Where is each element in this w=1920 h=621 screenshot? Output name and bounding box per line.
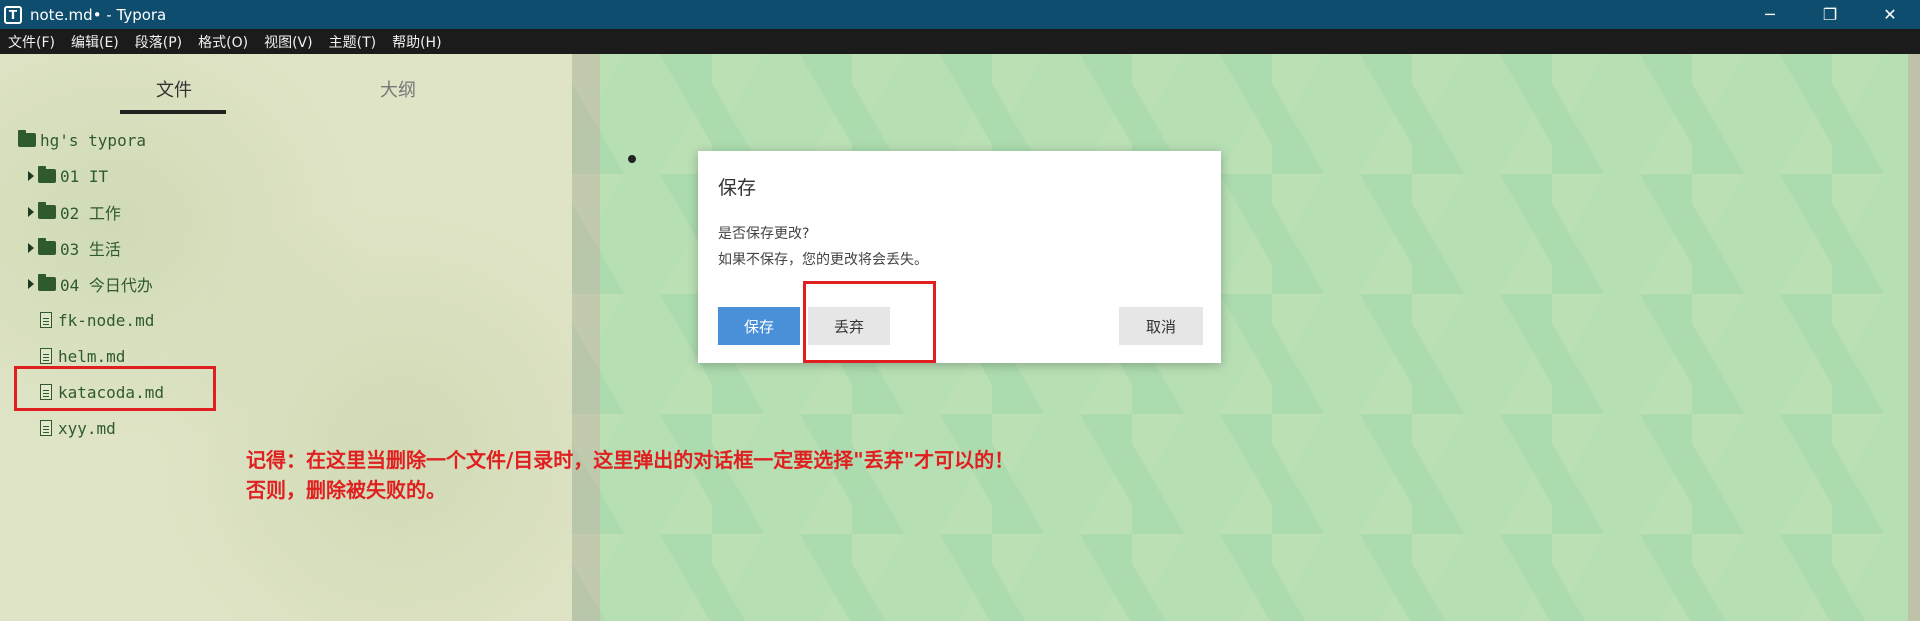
tree-folder-label: 01 IT <box>60 166 109 186</box>
tree-folder-it[interactable]: 01 IT <box>28 164 108 188</box>
list-bullet <box>628 155 636 163</box>
tree-folder-work[interactable]: 02 工作 <box>28 200 121 224</box>
tree-folder-label: 03 生活 <box>60 240 121 259</box>
expand-arrow-icon[interactable] <box>28 171 34 181</box>
tree-folder-todo[interactable]: 04 今日代办 <box>28 272 153 296</box>
tree-file-label: xyy.md <box>58 418 116 438</box>
typora-app-icon: T <box>4 5 22 24</box>
menu-paragraph[interactable]: 段落(P) <box>127 32 190 52</box>
sidebar-tabs: 文件 大纲 <box>0 54 572 114</box>
dialog-message-question: 是否保存更改? <box>718 226 810 242</box>
menu-help[interactable]: 帮助(H) <box>384 32 449 52</box>
file-icon <box>40 312 52 328</box>
annotation-box-katacoda <box>14 366 216 411</box>
dialog-title: 保存 <box>718 177 757 199</box>
window-title: note.md• - Typora <box>30 5 167 24</box>
title-bar: T note.md• - Typora ─ ❐ ✕ <box>0 0 1920 29</box>
menu-format[interactable]: 格式(O) <box>190 32 256 52</box>
close-button[interactable]: ✕ <box>1860 0 1920 29</box>
folder-icon <box>38 238 56 255</box>
save-button[interactable]: 保存 <box>718 307 800 345</box>
folder-icon <box>38 274 56 291</box>
tree-root-label: hg's typora <box>40 130 146 150</box>
tab-outline[interactable]: 大纲 <box>380 76 416 102</box>
tree-root-folder[interactable]: hg's typora <box>18 128 146 152</box>
active-tab-indicator <box>120 110 226 114</box>
tree-folder-life[interactable]: 03 生活 <box>28 236 121 260</box>
save-dialog: 保存 是否保存更改? 如果不保存，您的更改将会丢失。 保存 丢弃 取消 <box>698 151 1221 363</box>
menu-view[interactable]: 视图(V) <box>256 32 321 52</box>
tree-file-fk-node[interactable]: fk-node.md <box>40 308 154 332</box>
file-icon <box>40 348 52 364</box>
file-icon <box>40 420 52 436</box>
expand-arrow-icon[interactable] <box>28 243 34 253</box>
tab-files[interactable]: 文件 <box>156 76 192 102</box>
tree-file-label: helm.md <box>58 346 126 366</box>
sidebar: 文件 大纲 hg's typora 01 IT 02 工作 03 生活 04 今… <box>0 54 572 621</box>
tree-folder-label: 02 工作 <box>60 204 121 223</box>
restore-button[interactable]: ❐ <box>1800 0 1860 29</box>
tree-folder-label: 04 今日代办 <box>60 276 153 295</box>
annotation-box-discard <box>803 281 936 363</box>
menu-file[interactable]: 文件(F) <box>0 32 63 52</box>
window-controls: ─ ❐ ✕ <box>1740 0 1920 29</box>
menu-edit[interactable]: 编辑(E) <box>63 32 127 52</box>
annotation-note-line1: 记得：在这里当删除一个文件/目录时，这里弹出的对话框一定要选择"丢弃"才可以的！ <box>246 448 1015 472</box>
editor-left-edge <box>572 54 600 621</box>
expand-arrow-icon[interactable] <box>28 207 34 217</box>
dialog-message-warning: 如果不保存，您的更改将会丢失。 <box>718 252 928 268</box>
scrollbar-track[interactable] <box>1908 54 1920 621</box>
expand-arrow-icon[interactable] <box>28 279 34 289</box>
folder-icon <box>18 130 36 147</box>
annotation-note-line2: 否则，删除被失败的。 <box>246 478 446 502</box>
folder-icon <box>38 166 56 183</box>
folder-icon <box>38 202 56 219</box>
minimize-button[interactable]: ─ <box>1740 0 1800 29</box>
tree-file-xyy[interactable]: xyy.md <box>40 416 116 440</box>
menu-theme[interactable]: 主题(T) <box>321 32 384 52</box>
tree-file-helm[interactable]: helm.md <box>40 344 125 368</box>
menu-bar: 文件(F) 编辑(E) 段落(P) 格式(O) 视图(V) 主题(T) 帮助(H… <box>0 29 1920 54</box>
tree-file-label: fk-node.md <box>58 310 155 330</box>
cancel-button[interactable]: 取消 <box>1119 307 1203 345</box>
